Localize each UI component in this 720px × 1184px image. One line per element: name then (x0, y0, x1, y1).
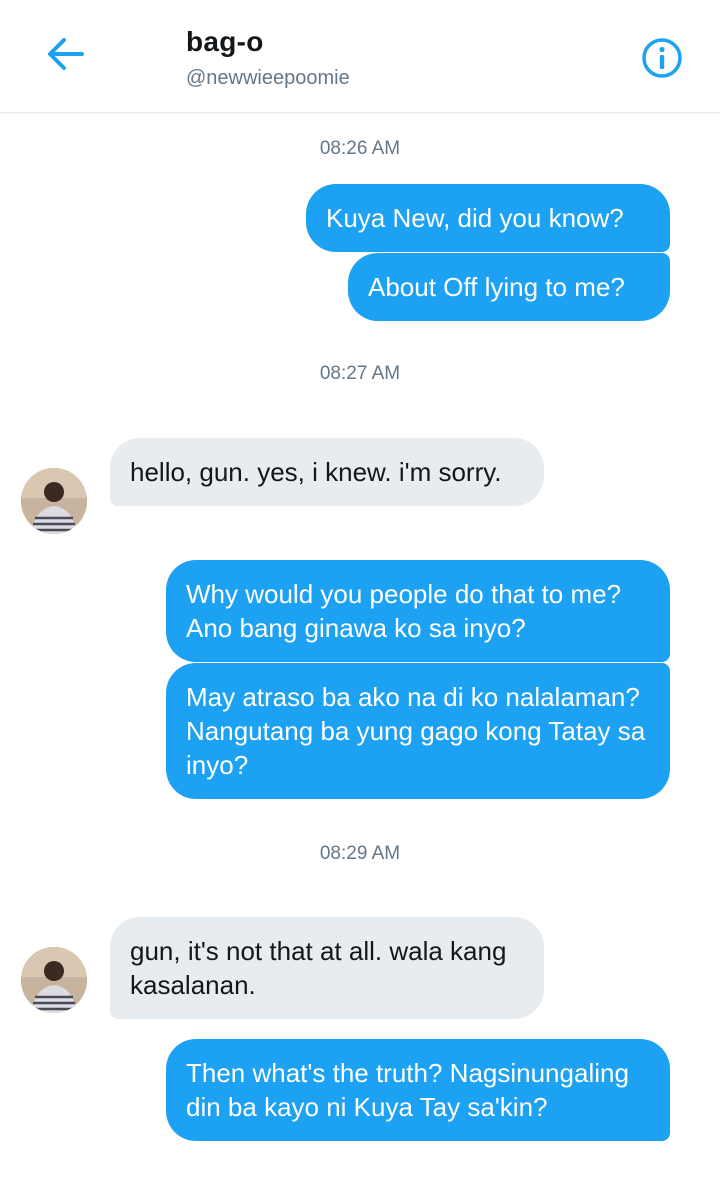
incoming-message[interactable]: hello, gun. yes, i knew. i'm sorry. (110, 438, 544, 506)
arrow-left-icon (48, 38, 84, 70)
avatar-image (21, 468, 87, 534)
outgoing-message[interactable]: May atraso ba ako na di ko nalalaman? Na… (166, 663, 670, 799)
conversation-title[interactable]: bag-o (186, 26, 264, 58)
back-button[interactable] (44, 32, 88, 76)
info-circle-icon (642, 38, 682, 78)
outgoing-message[interactable]: Kuya New, did you know? (306, 184, 670, 252)
avatar[interactable] (21, 947, 87, 1013)
avatar[interactable] (21, 468, 87, 534)
info-button[interactable] (640, 36, 684, 80)
avatar-image (21, 947, 87, 1013)
outgoing-message[interactable]: Then what's the truth? Nagsinungaling di… (166, 1039, 670, 1141)
timestamp: 08:27 AM (319, 363, 401, 384)
timestamp: 08:29 AM (319, 843, 401, 864)
conversation-handle: @newwieepoomie (186, 67, 350, 89)
outgoing-message[interactable]: About Off lying to me? (348, 253, 670, 321)
conversation-header: bag-o @newwieepoomie (0, 0, 720, 113)
timestamp: 08:26 AM (319, 138, 401, 159)
outgoing-message[interactable]: Why would you people do that to me? Ano … (166, 560, 670, 662)
incoming-message[interactable]: gun, it's not that at all. wala kang kas… (110, 917, 544, 1019)
